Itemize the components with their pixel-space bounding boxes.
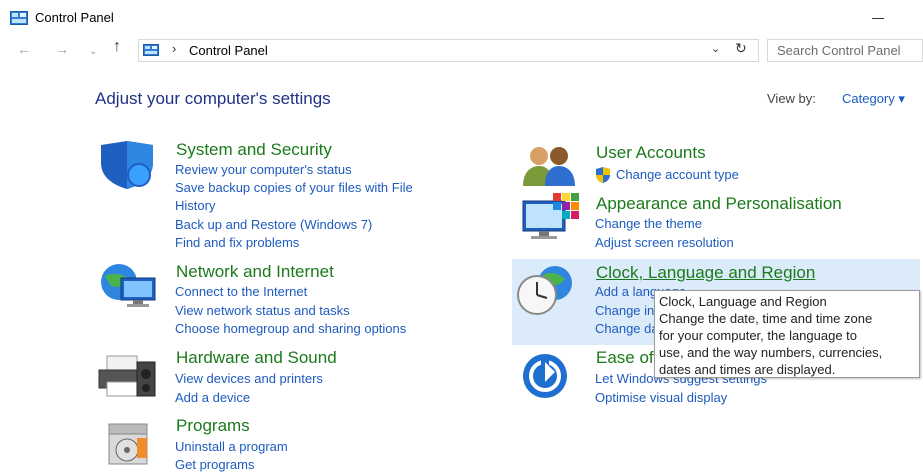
back-button[interactable]: ← [17, 40, 31, 58]
system-security-shield-icon[interactable] [97, 141, 157, 189]
user-accounts-icon[interactable] [519, 144, 581, 186]
breadcrumb-control-panel[interactable]: Control Panel [189, 43, 268, 58]
uac-shield-icon [596, 167, 610, 183]
add-device-link[interactable]: Add a device [175, 390, 250, 405]
window-title: Control Panel [35, 10, 114, 25]
network-status-link[interactable]: View network status and tasks [175, 303, 350, 318]
navigation-bar: ← → ⌄ ↑ › Control Panel ⌄ ↻ Search Contr… [0, 37, 923, 63]
hardware-sound-title[interactable]: Hardware and Sound [176, 348, 337, 368]
tooltip-title: Clock, Language and Region [659, 294, 827, 309]
minimize-button[interactable] [868, 8, 892, 26]
backup-restore-link[interactable]: Back up and Restore (Windows 7) [175, 217, 372, 232]
breadcrumb-chevron-icon[interactable]: › [172, 41, 176, 56]
network-internet-title[interactable]: Network and Internet [176, 262, 334, 282]
uninstall-program-link[interactable]: Uninstall a program [175, 439, 288, 454]
clock-language-region-title[interactable]: Clock, Language and Region [596, 263, 815, 283]
forward-button[interactable]: → [55, 40, 69, 58]
connect-internet-link[interactable]: Connect to the Internet [175, 284, 307, 299]
hardware-sound-printer-icon[interactable] [97, 352, 159, 400]
network-internet-icon[interactable] [97, 262, 159, 310]
user-accounts-title[interactable]: User Accounts [596, 143, 706, 163]
ease-of-access-icon[interactable] [519, 352, 577, 400]
tooltip-line: use, and the way numbers, currencies, [659, 345, 883, 360]
tooltip-line: dates and times are displayed. [659, 362, 836, 377]
programs-icon[interactable] [103, 418, 153, 466]
change-theme-link[interactable]: Change the theme [595, 216, 702, 231]
search-box[interactable]: Search Control Panel [767, 39, 923, 62]
review-status-link[interactable]: Review your computer's status [175, 162, 352, 177]
change-account-type-link[interactable]: Change account type [616, 167, 739, 182]
title-bar: Control Panel [0, 0, 923, 34]
appearance-personalisation-title[interactable]: Appearance and Personalisation [596, 194, 842, 214]
find-fix-problems-link[interactable]: Find and fix problems [175, 235, 299, 250]
devices-printers-link[interactable]: View devices and printers [175, 371, 323, 386]
save-backup-link-line2[interactable]: History [175, 198, 215, 213]
up-button[interactable]: ↑ [113, 38, 121, 56]
refresh-button[interactable]: ↻ [735, 40, 747, 57]
programs-title[interactable]: Programs [176, 416, 250, 436]
control-panel-icon [10, 11, 28, 25]
tooltip: Clock, Language and Region Change the da… [654, 290, 920, 378]
control-panel-icon [143, 44, 159, 56]
view-by-dropdown[interactable]: Category ▾ [842, 91, 905, 107]
get-programs-link[interactable]: Get programs [175, 457, 254, 472]
clock-language-region-icon[interactable] [515, 265, 577, 315]
save-backup-link[interactable]: Save backup copies of your files with Fi… [175, 180, 413, 195]
address-dropdown-button[interactable]: ⌄ [711, 42, 720, 55]
search-placeholder: Search Control Panel [777, 43, 901, 58]
view-by-label: View by: [767, 91, 816, 106]
optimise-visual-display-link[interactable]: Optimise visual display [595, 390, 727, 405]
system-security-title[interactable]: System and Security [176, 140, 332, 160]
page-heading: Adjust your computer's settings [95, 89, 331, 108]
homegroup-sharing-link[interactable]: Choose homegroup and sharing options [175, 321, 406, 336]
address-bar[interactable]: › Control Panel ⌄ ↻ [138, 39, 759, 62]
adjust-resolution-link[interactable]: Adjust screen resolution [595, 235, 734, 250]
tooltip-line: for your computer, the language to [659, 328, 858, 343]
appearance-personalisation-icon[interactable] [519, 193, 583, 241]
tooltip-line: Change the date, time and time zone [659, 311, 873, 326]
recent-locations-button[interactable]: ⌄ [89, 43, 97, 61]
